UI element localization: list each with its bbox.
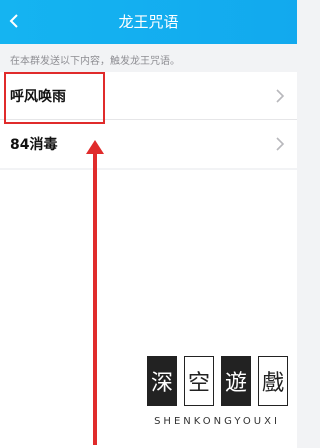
chevron-right-icon <box>276 89 285 103</box>
list-item-84xiaodu[interactable]: 84消毒 <box>0 120 297 168</box>
watermark-logo: 深 空 遊 戲 SHENKONGYOUXI <box>137 340 297 448</box>
page-title: 龙王咒语 <box>118 13 179 31</box>
watermark-text: SHENKONGYOUXI <box>154 416 280 427</box>
watermark-char: 遊 <box>221 356 251 406</box>
watermark-char: 戲 <box>258 356 288 406</box>
instruction-text: 在本群发送以下内容，触发龙王咒语。 <box>10 56 180 67</box>
watermark-char: 深 <box>147 356 177 406</box>
chevron-right-icon <box>276 137 285 151</box>
watermark-char: 空 <box>184 356 214 406</box>
title-bar: 龙王咒语 <box>0 0 297 44</box>
highlight-box <box>4 72 105 124</box>
list-item-label: 84消毒 <box>10 137 58 153</box>
